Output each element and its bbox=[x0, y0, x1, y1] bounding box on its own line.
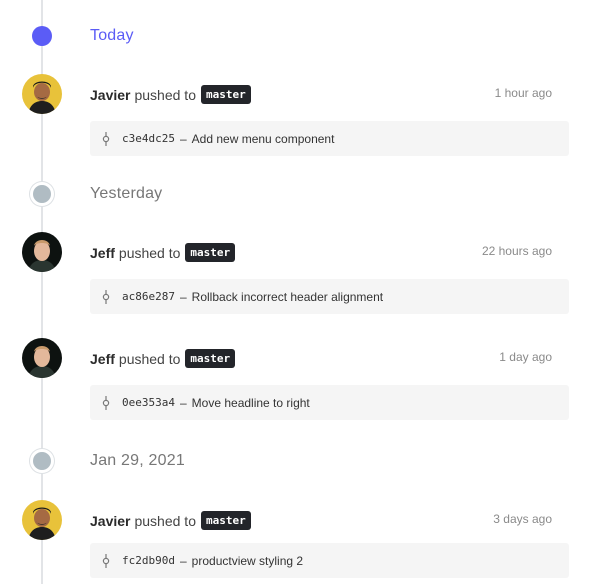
avatar-javier[interactable] bbox=[22, 500, 62, 540]
entry-header: Javier pushed to master bbox=[90, 511, 251, 530]
commit-row[interactable]: ac86e287 – Rollback incorrect header ali… bbox=[90, 279, 569, 314]
branch-badge[interactable]: master bbox=[185, 349, 236, 368]
timestamp: 3 days ago bbox=[493, 512, 552, 526]
commit-hash[interactable]: ac86e287 bbox=[122, 290, 175, 303]
commit-message: productview styling 2 bbox=[191, 553, 304, 568]
day-label-today: Today bbox=[90, 27, 134, 44]
avatar-jeff[interactable] bbox=[22, 232, 62, 272]
avatar-jeff-image bbox=[22, 338, 62, 378]
user-name[interactable]: Jeff bbox=[90, 351, 115, 367]
avatar-javier-image bbox=[22, 74, 62, 114]
branch-badge[interactable]: master bbox=[200, 85, 251, 104]
commit-hash[interactable]: 0ee353a4 bbox=[122, 396, 175, 409]
separator: – bbox=[179, 131, 187, 146]
day-label-yesterday: Yesterday bbox=[90, 185, 163, 202]
avatar-jeff[interactable] bbox=[22, 338, 62, 378]
avatar-javier[interactable] bbox=[22, 74, 62, 114]
separator: – bbox=[179, 395, 187, 410]
commit-message: Rollback incorrect header alignment bbox=[191, 289, 384, 304]
action-text: pushed to bbox=[118, 244, 181, 261]
avatar-javier-image bbox=[22, 500, 62, 540]
git-commit-icon bbox=[102, 553, 110, 568]
separator: – bbox=[179, 289, 187, 304]
commit-message: Add new menu component bbox=[191, 131, 335, 146]
timestamp: 1 hour ago bbox=[494, 86, 552, 100]
action-text: pushed to bbox=[134, 86, 196, 103]
branch-badge[interactable]: master bbox=[185, 243, 236, 262]
yesterday-dot bbox=[30, 182, 54, 206]
action-text: pushed to bbox=[118, 350, 181, 367]
git-commit-icon bbox=[102, 131, 110, 146]
commit-hash[interactable]: fc2db90d bbox=[122, 554, 175, 567]
git-commit-icon bbox=[102, 395, 110, 410]
jan29-dot bbox=[30, 449, 54, 473]
action-text: pushed to bbox=[134, 512, 196, 529]
day-label-jan29: Jan 29, 2021 bbox=[90, 452, 185, 469]
branch-badge[interactable]: master bbox=[200, 511, 251, 530]
entry-header: Jeff pushed to master bbox=[90, 349, 236, 368]
user-name[interactable]: Javier bbox=[90, 87, 130, 103]
timestamp: 1 day ago bbox=[499, 350, 552, 364]
timestamp: 22 hours ago bbox=[481, 244, 552, 258]
user-name[interactable]: Jeff bbox=[90, 245, 115, 261]
today-dot bbox=[32, 26, 52, 46]
commit-hash[interactable]: c3e4dc25 bbox=[122, 132, 175, 145]
git-commit-icon bbox=[102, 289, 110, 304]
user-name[interactable]: Javier bbox=[90, 513, 130, 529]
entry-header: Jeff pushed to master bbox=[90, 243, 236, 262]
separator: – bbox=[179, 553, 187, 568]
commit-row[interactable]: 0ee353a4 – Move headline to right bbox=[90, 385, 569, 420]
commit-row[interactable]: c3e4dc25 – Add new menu component bbox=[90, 121, 569, 156]
commit-row[interactable]: fc2db90d – productview styling 2 bbox=[90, 543, 569, 578]
avatar-jeff-image bbox=[22, 232, 62, 272]
commit-message: Move headline to right bbox=[191, 395, 310, 410]
entry-header: Javier pushed to master bbox=[90, 85, 251, 104]
